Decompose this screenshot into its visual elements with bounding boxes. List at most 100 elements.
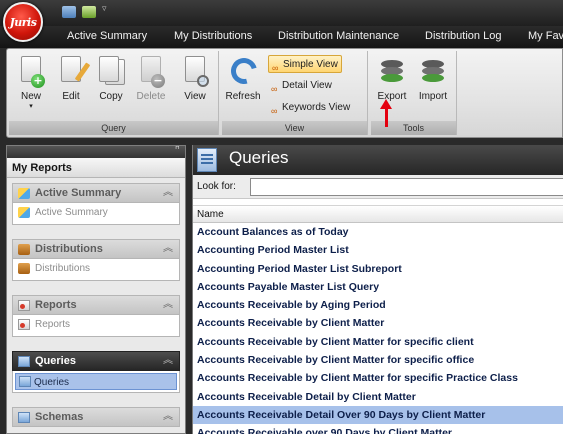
annotation-arrow-icon — [380, 99, 392, 127]
nav-item-active-summary[interactable]: Active Summary — [12, 203, 180, 225]
table-row[interactable]: Accounts Receivable by Aging Period — [193, 296, 563, 314]
query-group: + New ▾ Edit Copy − Delete View Query — [9, 51, 219, 135]
tab-distribution-maintenance[interactable]: Distribution Maintenance — [278, 30, 399, 42]
nav-header-label: Distributions — [35, 243, 103, 255]
column-header-name[interactable]: Name — [193, 205, 563, 223]
table-row[interactable]: Accounts Receivable by Client Matter for… — [193, 351, 563, 369]
nav-header-schemas[interactable]: Schemas ︽ — [12, 407, 180, 427]
query-group-label: Query — [9, 121, 218, 135]
nav-item-label: Reports — [35, 319, 71, 330]
detail-view-label: Detail View — [282, 80, 332, 91]
navigation-pane: ꟸ My Reports Active Summary ︽ Active Sum… — [6, 145, 186, 434]
glasses-icon: ∞ — [271, 106, 278, 116]
nav-header-queries[interactable]: Queries ︽ — [12, 351, 180, 371]
new-button[interactable]: + New ▾ — [13, 54, 49, 112]
copy-button-label: Copy — [99, 91, 123, 102]
report-icon — [18, 300, 30, 311]
panel-header: Queries — [193, 145, 563, 175]
simple-view-option[interactable]: ∞ Simple View — [268, 55, 342, 73]
tab-my-favorites[interactable]: My Fav — [528, 30, 563, 42]
table-row[interactable]: Accounts Receivable Detail Over 90 Days … — [193, 405, 563, 425]
table-row[interactable]: Accounts Payable Master List Query — [193, 278, 563, 296]
glasses-icon: ∞ — [272, 63, 279, 73]
nav-item-queries-selected[interactable]: Queries — [15, 373, 177, 390]
nav-item-reports[interactable]: Reports — [12, 315, 180, 337]
app-menu-button[interactable]: Juris — [3, 2, 43, 42]
export-icon — [378, 56, 406, 88]
view-button-label: View — [184, 91, 206, 102]
table-row[interactable]: Accounting Period Master List — [193, 241, 563, 259]
tab-distribution-log[interactable]: Distribution Log — [425, 30, 501, 42]
query-icon — [19, 376, 31, 387]
nav-group-queries: Queries ︽ Queries — [12, 351, 180, 393]
quick-access-dropdown-icon[interactable]: ▿ — [102, 4, 107, 14]
look-for-input[interactable] — [250, 178, 563, 196]
keywords-view-label: Keywords View — [282, 102, 351, 113]
nav-header-reports[interactable]: Reports ︽ — [12, 295, 180, 315]
ribbon-tab-bar: Active Summary My Distributions Distribu… — [0, 26, 563, 48]
look-for-label: Look for: — [197, 181, 236, 192]
view-group-label: View — [222, 121, 367, 135]
collapse-chevron-icon[interactable]: ︽ — [163, 296, 173, 314]
star-icon — [18, 188, 30, 199]
pane-header-strip: ꟸ — [7, 146, 185, 158]
import-icon — [419, 56, 447, 88]
table-row[interactable]: Accounts Receivable Detail by Client Mat… — [193, 388, 563, 406]
query-list: Account Balances as of Today Accounting P… — [193, 223, 563, 434]
collapse-chevron-icon[interactable]: ︽ — [163, 352, 173, 370]
new-dropdown-icon: ▾ — [29, 103, 33, 110]
quick-access-tool-icon[interactable] — [82, 6, 96, 18]
nav-header-label: Reports — [35, 299, 77, 311]
import-button-label: Import — [418, 91, 448, 102]
nav-group-active-summary: Active Summary ︽ Active Summary — [12, 183, 180, 225]
simple-view-label: Simple View — [283, 59, 338, 70]
copy-icon — [99, 56, 119, 82]
nav-item-distributions[interactable]: Distributions — [12, 259, 180, 281]
panel-title: Queries — [229, 148, 289, 167]
schema-icon — [18, 412, 30, 423]
refresh-icon — [226, 53, 262, 89]
import-button[interactable]: Import — [415, 54, 451, 112]
refresh-button-label: Refresh — [225, 91, 261, 102]
app-logo-text: Juris — [9, 15, 37, 29]
edit-button[interactable]: Edit — [53, 54, 91, 112]
view-button[interactable]: View — [177, 54, 213, 112]
query-icon — [18, 356, 30, 367]
pin-icon[interactable]: ꟸ — [175, 146, 180, 155]
nav-item-label: Queries — [34, 377, 70, 388]
delete-button[interactable]: − Delete — [133, 54, 169, 112]
quick-access-save-icon[interactable] — [62, 6, 76, 18]
pane-title: My Reports — [7, 158, 185, 178]
table-row[interactable]: Accounts Receivable by Client Matter for… — [193, 333, 563, 351]
plus-icon: + — [31, 74, 45, 88]
delete-button-label: Delete — [136, 91, 166, 102]
tools-group-label: Tools — [371, 121, 456, 135]
tab-active-summary[interactable]: Active Summary — [67, 30, 147, 42]
table-row[interactable]: Account Balances as of Today — [193, 223, 563, 241]
distribution-icon — [18, 244, 30, 255]
collapse-chevron-icon[interactable]: ︽ — [163, 240, 173, 258]
table-row[interactable]: Accounts Receivable by Client Matter for… — [193, 369, 563, 387]
detail-view-option[interactable]: ∞ Detail View — [268, 77, 358, 95]
nav-item-label: Active Summary — [35, 207, 108, 218]
copy-button[interactable]: Copy — [93, 54, 129, 112]
distribution-icon — [18, 263, 30, 274]
refresh-button[interactable]: Refresh — [225, 53, 262, 112]
glasses-icon: ∞ — [271, 84, 278, 94]
nav-group-schemas: Schemas ︽ — [12, 407, 180, 427]
view-group: Refresh ∞ Simple View ∞ Detail View ∞ Keywo… — [222, 51, 368, 135]
nav-group-reports: Reports ︽ Reports — [12, 295, 180, 337]
collapse-chevron-icon[interactable]: ︽ — [163, 408, 173, 426]
nav-header-distributions[interactable]: Distributions ︽ — [12, 239, 180, 259]
keywords-view-option[interactable]: ∞ Keywords View — [268, 99, 358, 117]
nav-item-queries[interactable]: Queries — [12, 371, 180, 393]
queries-panel: Queries Look for: Name Account Balances … — [192, 145, 563, 434]
table-row[interactable]: Accounts Receivable over 90 Days by Clie… — [193, 424, 563, 434]
collapse-chevron-icon[interactable]: ︽ — [163, 184, 173, 202]
nav-header-active-summary[interactable]: Active Summary ︽ — [12, 183, 180, 203]
nav-item-label: Distributions — [35, 263, 91, 274]
table-row[interactable]: Accounting Period Master List Subreport — [193, 260, 563, 278]
table-row[interactable]: Accounts Receivable by Client Matter — [193, 314, 563, 332]
report-icon — [18, 319, 30, 330]
tab-my-distributions[interactable]: My Distributions — [174, 30, 252, 42]
